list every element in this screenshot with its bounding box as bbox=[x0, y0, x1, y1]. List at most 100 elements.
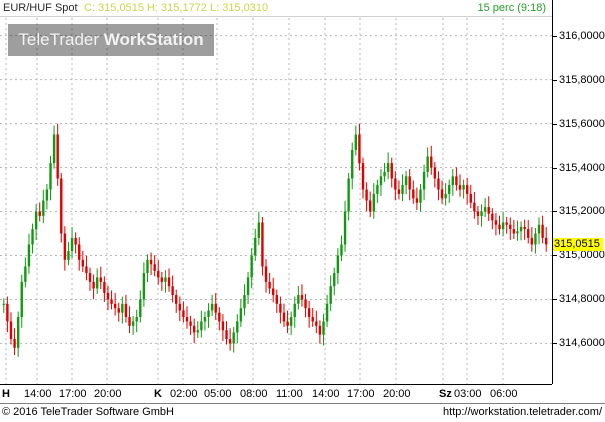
period-label: 15 perc (9:18) bbox=[477, 2, 546, 14]
candle-body bbox=[9, 321, 13, 340]
x-time-label: 05:00 bbox=[204, 388, 232, 400]
candle-body bbox=[210, 303, 214, 311]
candle-body bbox=[236, 321, 239, 333]
candle-body bbox=[455, 176, 458, 186]
candle-body bbox=[131, 321, 135, 326]
candle-body bbox=[6, 303, 9, 322]
x-time-label: 14:00 bbox=[312, 388, 340, 400]
candle-body bbox=[20, 281, 23, 318]
y-tick bbox=[553, 36, 557, 37]
candle-body bbox=[99, 277, 102, 282]
candle-body bbox=[257, 222, 261, 238]
candle-body bbox=[426, 156, 429, 172]
candle-body bbox=[92, 281, 95, 289]
candle-body bbox=[325, 303, 329, 322]
candle-body bbox=[430, 156, 433, 168]
candle-body bbox=[354, 134, 358, 150]
candle-body bbox=[483, 207, 487, 212]
candle-body bbox=[487, 207, 490, 214]
candle-body bbox=[232, 332, 235, 344]
candle-body bbox=[419, 189, 422, 203]
candle-body bbox=[519, 226, 523, 232]
time-axis[interactable]: H 14:00 17:00 20:00 K 02:00 05:00 08:00 11:00 14:… bbox=[0, 384, 552, 404]
candle-body bbox=[390, 163, 393, 179]
candle-body bbox=[218, 312, 221, 322]
candle-body bbox=[444, 193, 447, 199]
candle-body bbox=[361, 163, 365, 190]
candle-body bbox=[333, 273, 336, 287]
candle-body bbox=[433, 167, 437, 179]
candle-body bbox=[189, 321, 192, 326]
candle-body bbox=[178, 303, 182, 311]
candle-body bbox=[268, 281, 271, 289]
website-link[interactable]: http://workstation.teletrader.com/ bbox=[443, 404, 602, 420]
candle-body bbox=[160, 277, 164, 282]
x-time-label: 02:00 bbox=[170, 388, 198, 400]
candle-body bbox=[175, 295, 178, 304]
y-tick-label: 315,8000 bbox=[559, 74, 605, 86]
copyright-text: © 2016 TeleTrader Software GmbH bbox=[2, 406, 174, 418]
candle-body bbox=[67, 251, 70, 260]
candle-body bbox=[465, 185, 469, 194]
candle-body bbox=[27, 244, 31, 267]
candle-body bbox=[243, 295, 246, 309]
logo-text-teletrader: TeleTrader bbox=[18, 30, 100, 49]
quote-summary: C: 315,0515 H: 315,1772 L: 315,0310 bbox=[84, 2, 269, 14]
price-axis[interactable]: 316,0000 315,8000 315,6000 315,4000 315,2000… bbox=[552, 0, 605, 384]
candle-body bbox=[386, 163, 390, 172]
candles bbox=[2, 123, 548, 357]
candle-body bbox=[34, 211, 38, 230]
candle-body bbox=[473, 202, 476, 212]
y-tick bbox=[553, 211, 557, 212]
y-tick-label: 315,6000 bbox=[559, 118, 605, 130]
candle-body bbox=[415, 198, 419, 203]
candle-body bbox=[167, 277, 171, 287]
candle-body bbox=[437, 178, 440, 190]
candle-body bbox=[368, 200, 372, 212]
candle-body bbox=[124, 303, 128, 318]
candle-body bbox=[60, 178, 63, 234]
candle-body bbox=[142, 273, 146, 300]
candle-body bbox=[146, 259, 149, 274]
candle-body bbox=[196, 330, 199, 333]
candle-body bbox=[121, 303, 124, 313]
candle-body bbox=[329, 286, 332, 304]
candle-body bbox=[383, 171, 386, 177]
candle-body bbox=[157, 270, 160, 278]
candle-body bbox=[239, 308, 243, 322]
y-tick-label: 316,0000 bbox=[559, 30, 605, 42]
y-tick bbox=[553, 168, 557, 169]
candle-body bbox=[185, 317, 189, 322]
candle-body bbox=[264, 266, 268, 282]
candle-body bbox=[343, 211, 347, 245]
candle-body bbox=[171, 286, 174, 296]
candle-body bbox=[512, 229, 516, 234]
candle-body bbox=[214, 303, 217, 313]
candle-body bbox=[523, 226, 526, 230]
candle-body bbox=[192, 325, 196, 333]
candle-body bbox=[24, 266, 27, 282]
x-time-label: 06:00 bbox=[490, 388, 518, 400]
candle-body bbox=[451, 176, 455, 186]
candle-body bbox=[88, 273, 92, 282]
candle-body bbox=[534, 233, 537, 245]
chart-header: EUR/HUF Spot C: 315,0515 H: 315,1772 L: … bbox=[0, 0, 552, 17]
candle-body bbox=[56, 134, 59, 179]
candle-body bbox=[365, 189, 368, 201]
candle-body bbox=[289, 317, 293, 326]
candle-body bbox=[491, 213, 494, 221]
price-chart[interactable] bbox=[0, 0, 552, 384]
candle-body bbox=[537, 224, 541, 234]
candle-body bbox=[527, 229, 530, 238]
candle-body bbox=[42, 200, 45, 216]
candle-body bbox=[297, 295, 300, 304]
candle-body bbox=[530, 237, 534, 245]
candle-body bbox=[541, 224, 544, 238]
candle-body bbox=[336, 255, 340, 274]
candle-body bbox=[228, 339, 232, 344]
candle-body bbox=[408, 176, 411, 190]
candle-body bbox=[52, 134, 56, 164]
candle-body bbox=[458, 185, 462, 190]
x-time-label: 11:00 bbox=[276, 388, 303, 400]
candle-body bbox=[516, 231, 519, 234]
